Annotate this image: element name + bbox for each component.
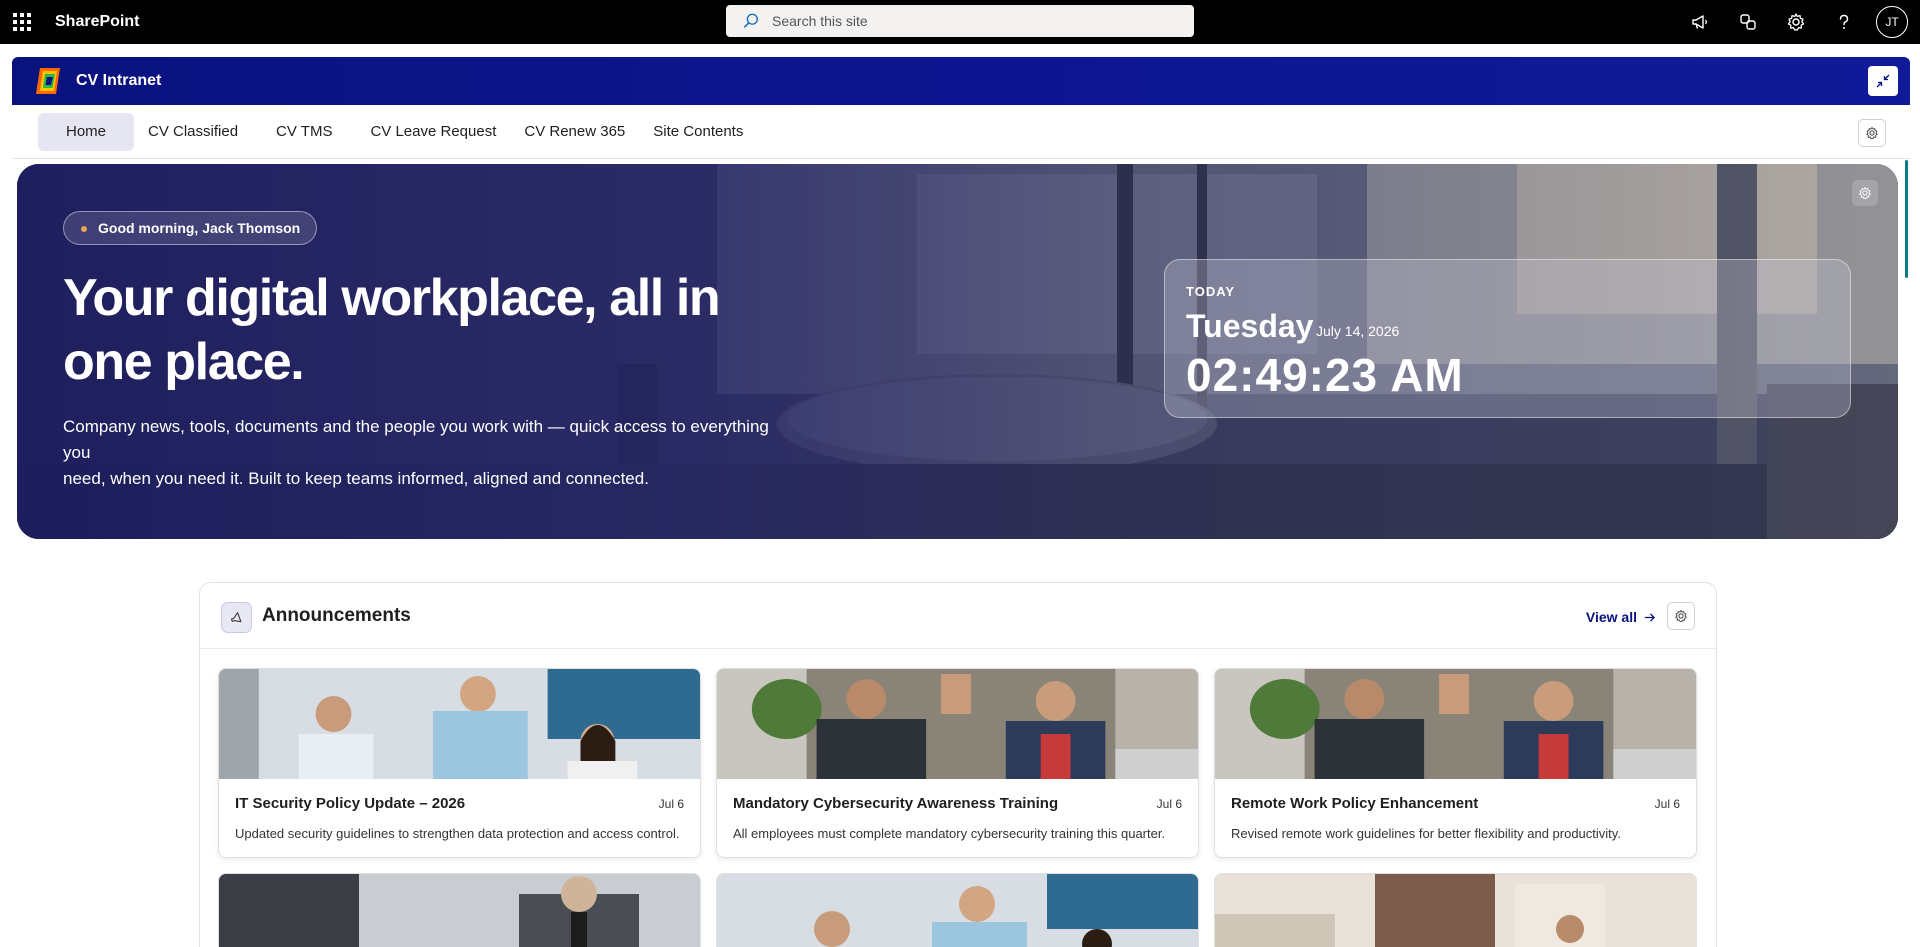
nav-item-cv-renew-365[interactable]: CV Renew 365 [510,113,639,151]
nav-item-cv-tms[interactable]: CV TMS [262,113,346,151]
nav-item-home[interactable]: Home [38,112,135,151]
view-all-link[interactable]: View all [1586,609,1656,625]
announcement-card[interactable] [716,873,1199,947]
announcement-card[interactable]: Mandatory Cybersecurity Awareness Traini… [716,668,1199,858]
app-name[interactable]: SharePoint [55,13,139,31]
site-header: CV Intranet [12,57,1910,105]
announcements-button[interactable] [1676,0,1724,44]
waffle-icon [13,13,31,31]
clock-label: TODAY [1186,284,1236,299]
announcements-title: Announcements [262,605,411,626]
hero-settings-button[interactable] [1852,180,1878,206]
card-title: Mandatory Cybersecurity Awareness Traini… [733,795,1059,812]
megaphone-icon [230,611,241,622]
arrow-right-icon [1644,612,1656,622]
nav-item-cv-leave-request[interactable]: CV Leave Request [356,113,510,151]
app-launcher-button[interactable] [0,0,44,44]
suite-bar: SharePoint JT [0,0,1920,44]
search-box[interactable] [726,5,1194,37]
view-all-label: View all [1585,609,1637,625]
help-button[interactable] [1820,0,1868,44]
megaphone-icon [1692,15,1707,29]
high-five-image [717,669,1198,779]
card-description: Updated security guidelines to strengthe… [235,826,680,841]
card-date: Jul 6 [1654,797,1680,811]
nav-item-site-contents[interactable]: Site Contents [639,113,757,151]
share-button[interactable] [1724,0,1772,44]
hero-title-line-2: one place. [63,333,305,391]
announcements-icon-badge [221,602,252,633]
search-input[interactable] [772,13,1172,29]
suite-actions: JT [1676,0,1914,44]
user-avatar[interactable]: JT [1876,6,1908,38]
announcement-card[interactable] [1214,873,1697,947]
site-logo-icon[interactable] [34,66,62,96]
card-description: All employees must complete mandatory cy… [733,826,1166,841]
announcements-header: Announcements View all [200,583,1716,649]
team-meeting-image [219,669,700,779]
hero-banner: Good morning, Jack Thomson Your digital … [17,164,1898,539]
help-icon [1839,14,1849,29]
site-navigation: Home CV Classified CV TMS CV Leave Reque… [12,105,1910,159]
greeting-text: Good morning, Jack Thomson [98,220,301,236]
gear-icon [1866,126,1878,140]
share-icon [1740,14,1756,30]
announcement-card[interactable]: Remote Work Policy Enhancement Jul 6 Rev… [1214,668,1697,858]
collapse-icon [1876,74,1890,88]
card-title: Remote Work Policy Enhancement [1231,795,1479,812]
gear-icon [1675,609,1687,623]
nav-item-cv-classified[interactable]: CV Classified [134,113,252,151]
team-meeting-image [717,874,1198,947]
collapse-header-button[interactable] [1868,66,1898,96]
settings-button[interactable] [1772,0,1820,44]
clock-day: Tuesday [1186,308,1314,344]
office-team-image [1215,874,1696,947]
hero-title: Your digital workplace, all in one place… [63,266,763,394]
clock-date: July 14, 2026 [1316,323,1400,339]
status-dot-icon [81,226,87,232]
nav-settings-button[interactable] [1858,119,1886,147]
search-icon [743,13,758,28]
gear-icon [1859,186,1871,200]
announcements-settings-button[interactable] [1667,602,1695,630]
clock-time: 02:49:23 AM [1186,349,1464,401]
business-people-image [219,874,700,947]
greeting-badge: Good morning, Jack Thomson [63,211,318,245]
clock-widget: TODAY Tuesday July 14, 2026 02:49:23 AM [1164,259,1851,418]
card-title: IT Security Policy Update – 2026 [235,795,466,812]
site-title[interactable]: CV Intranet [76,72,161,90]
settings-icon [1787,13,1805,31]
hero-title-line-1: Your digital workplace, all in [63,269,721,327]
announcement-card[interactable] [218,873,701,947]
announcements-section: Announcements View all IT Security Polic… [199,582,1717,947]
card-date: Jul 6 [1156,797,1182,811]
hero-subtitle-line-2: need, when you need it. Built to keep te… [63,469,649,488]
page-scrollbar[interactable] [1905,160,1908,278]
card-description: Revised remote work guidelines for bette… [1231,826,1621,841]
card-date: Jul 6 [658,797,684,811]
hero-subtitle: Company news, tools, documents and the p… [63,414,783,492]
announcement-card[interactable]: IT Security Policy Update – 2026 Jul 6 U… [218,668,701,858]
high-five-image [1215,669,1696,779]
hero-subtitle-line-1: Company news, tools, documents and the p… [63,417,769,462]
